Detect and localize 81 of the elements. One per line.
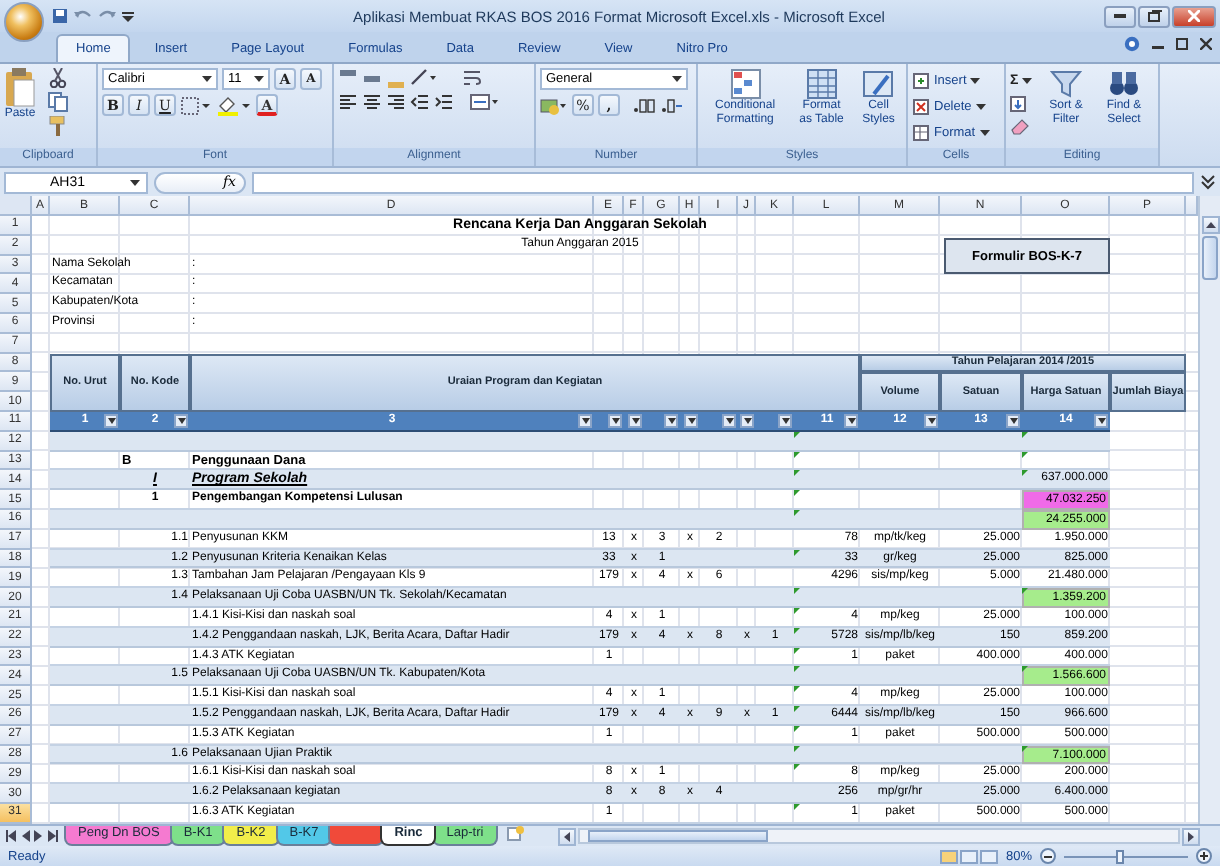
insert-icon: [912, 71, 930, 89]
help-icon[interactable]: [1124, 36, 1140, 52]
funnel-icon: [1050, 68, 1082, 100]
wrap-text-icon[interactable]: [462, 68, 482, 88]
scroll-right-button[interactable]: [1182, 827, 1200, 845]
zoom-slider-thumb[interactable]: [1115, 849, 1124, 863]
right-arrow-icon: [1188, 831, 1194, 841]
table-icon: [805, 68, 838, 100]
new-sheet-icon[interactable]: [505, 826, 526, 842]
align-center-icon[interactable]: [362, 92, 382, 112]
scrollbar-thumb[interactable]: [1202, 236, 1218, 280]
eraser-icon[interactable]: [1010, 116, 1034, 136]
caret-icon: [927, 417, 935, 424]
increase-indent-icon[interactable]: [434, 92, 454, 112]
caret-icon: [611, 417, 619, 424]
caret-icon: [667, 417, 675, 424]
caret-icon: [781, 417, 789, 424]
close-button[interactable]: [1172, 5, 1216, 27]
highlight-grid-icon: [729, 68, 762, 100]
caret-icon: [107, 417, 115, 424]
scroll-left-button[interactable]: [557, 827, 576, 845]
restore-icon[interactable]: [1176, 38, 1188, 50]
scroll-up-button[interactable]: [1201, 216, 1219, 234]
increase-decimal-icon[interactable]: [632, 95, 656, 115]
caret-icon[interactable]: [672, 76, 682, 82]
close-icon[interactable]: [1200, 38, 1212, 50]
borders-icon[interactable]: [180, 95, 212, 115]
minimize-icon: [1114, 13, 1126, 19]
caret-icon: [847, 417, 855, 424]
format-icon: [912, 123, 930, 141]
clipboard-icon: [4, 68, 36, 108]
zoom-in-button[interactable]: [1196, 848, 1212, 864]
formula-input[interactable]: [252, 171, 1194, 193]
caret-icon: [581, 417, 589, 424]
merge-cells-icon[interactable]: [470, 92, 500, 112]
previous-sheet-icon[interactable]: [20, 830, 30, 842]
align-left-icon[interactable]: [338, 92, 358, 112]
zoom-out-button[interactable]: [1040, 848, 1056, 864]
fill-color-icon[interactable]: [216, 95, 252, 115]
plus-icon: [1200, 852, 1208, 860]
decrease-decimal-icon[interactable]: [660, 95, 684, 115]
caret-icon[interactable]: [130, 179, 140, 185]
save-icon[interactable]: [52, 8, 68, 24]
orientation-icon[interactable]: [410, 68, 438, 88]
office-button[interactable]: [4, 2, 44, 42]
next-sheet-icon[interactable]: [34, 830, 44, 842]
caret-icon: [725, 417, 733, 424]
scissors-icon[interactable]: [48, 68, 68, 88]
caret-icon[interactable]: [1022, 77, 1033, 83]
customize-icon[interactable]: [122, 8, 134, 24]
last-sheet-icon[interactable]: [48, 830, 58, 842]
caret-icon[interactable]: [975, 103, 986, 109]
up-arrow-icon: [1205, 222, 1215, 228]
caret-icon: [631, 417, 639, 424]
caret-icon: [1097, 417, 1105, 424]
currency-icon[interactable]: [540, 95, 568, 115]
caret-icon: [177, 417, 185, 424]
binoculars-icon: [1108, 68, 1140, 100]
caret-icon: [743, 417, 751, 424]
caret-icon[interactable]: [254, 76, 264, 82]
caret-icon: [1009, 417, 1017, 424]
minus-icon: [1044, 855, 1052, 857]
delete-icon: [912, 97, 930, 115]
expand-icon[interactable]: [1200, 174, 1216, 190]
cell-styles-icon: [862, 68, 895, 100]
scrollbar-thumb[interactable]: [587, 830, 768, 842]
brush-icon[interactable]: [48, 116, 68, 136]
caret-icon[interactable]: [970, 77, 981, 83]
align-right-icon[interactable]: [386, 92, 406, 112]
close-icon: [1188, 10, 1200, 22]
sheet-tab[interactable]: [328, 826, 385, 846]
first-sheet-icon[interactable]: [6, 830, 16, 842]
caret-icon[interactable]: [979, 129, 990, 135]
maximize-button[interactable]: [1138, 5, 1170, 27]
copy-icon[interactable]: [48, 92, 68, 112]
left-arrow-icon: [563, 831, 570, 841]
caret-icon: [687, 417, 695, 424]
restore-icon: [1147, 10, 1161, 22]
caret-icon[interactable]: [202, 76, 212, 82]
minimize-button[interactable]: [1104, 5, 1136, 27]
decrease-indent-icon[interactable]: [410, 92, 430, 112]
